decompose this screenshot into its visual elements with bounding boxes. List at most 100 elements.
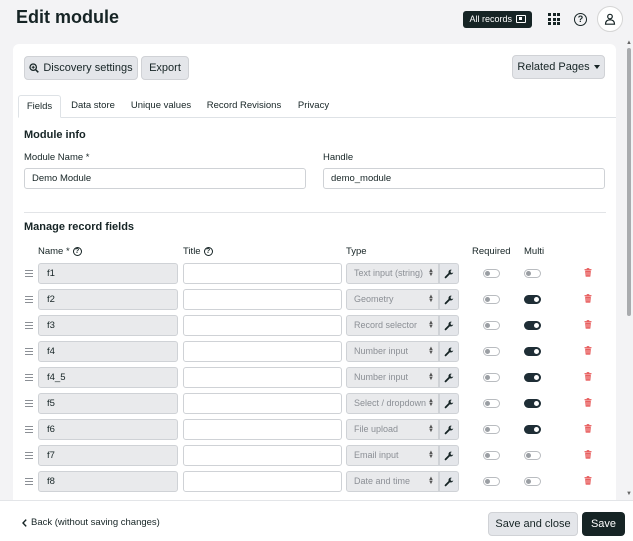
field-name-input[interactable]: f6	[38, 419, 178, 440]
drag-handle-icon[interactable]	[25, 348, 33, 355]
field-config-button[interactable]	[439, 471, 459, 492]
trash-icon[interactable]	[584, 346, 592, 355]
field-type-select[interactable]: File upload ▲ ▼	[346, 419, 439, 440]
multi-toggle[interactable]	[524, 373, 541, 382]
field-config-button[interactable]	[439, 419, 459, 440]
field-config-button[interactable]	[439, 341, 459, 362]
field-title-input[interactable]	[183, 471, 342, 492]
trash-icon[interactable]	[584, 398, 592, 407]
scroll-up-icon[interactable]: ▲	[626, 40, 632, 46]
drag-handle-icon[interactable]	[25, 452, 33, 459]
tab-data-store[interactable]: Data store	[66, 95, 120, 118]
save-and-close-button[interactable]: Save and close	[488, 512, 578, 536]
drag-handle-icon[interactable]	[25, 400, 33, 407]
tab-record-revisions[interactable]: Record Revisions	[205, 95, 283, 118]
drag-handle-icon[interactable]	[25, 374, 33, 381]
scroll-down-icon[interactable]: ▼	[626, 491, 632, 497]
export-button[interactable]: Export	[141, 56, 189, 80]
save-button[interactable]: Save	[582, 512, 625, 536]
field-type-value: Number input	[354, 372, 409, 382]
field-type-select[interactable]: Geometry ▲ ▼	[346, 289, 439, 310]
field-title-input[interactable]	[183, 445, 342, 466]
field-title-input[interactable]	[183, 419, 342, 440]
field-name-input[interactable]: f1	[38, 263, 178, 284]
multi-toggle[interactable]	[524, 399, 541, 408]
field-name-input[interactable]: f4	[38, 341, 178, 362]
field-title-input[interactable]	[183, 341, 342, 362]
trash-icon[interactable]	[584, 320, 592, 329]
required-toggle[interactable]	[483, 477, 500, 486]
drag-handle-icon[interactable]	[25, 478, 33, 485]
field-name-input[interactable]: f4_5	[38, 367, 178, 388]
required-toggle[interactable]	[483, 321, 500, 330]
scrollbar-thumb[interactable]	[627, 48, 631, 316]
field-name-input[interactable]: f8	[38, 471, 178, 492]
field-config-button[interactable]	[439, 393, 459, 414]
trash-icon[interactable]	[584, 450, 592, 459]
drag-handle-icon[interactable]	[25, 270, 33, 277]
drag-handle-icon[interactable]	[25, 296, 33, 303]
field-config-button[interactable]	[439, 445, 459, 466]
field-type-select[interactable]: Date and time ▲ ▼	[346, 471, 439, 492]
user-icon	[604, 13, 616, 25]
field-type-select[interactable]: Record selector ▲ ▼	[346, 315, 439, 336]
drag-handle-icon[interactable]	[25, 322, 33, 329]
field-type-select[interactable]: Select / dropdown ▲ ▼	[346, 393, 439, 414]
required-toggle[interactable]	[483, 425, 500, 434]
field-type-select[interactable]: Number input ▲ ▼	[346, 341, 439, 362]
multi-toggle[interactable]	[524, 477, 541, 486]
required-toggle[interactable]	[483, 399, 500, 408]
trash-icon[interactable]	[584, 268, 592, 277]
help-icon[interactable]: ?	[574, 12, 587, 26]
field-type-select[interactable]: Number input ▲ ▼	[346, 367, 439, 388]
tab-privacy[interactable]: Privacy	[296, 95, 331, 118]
module-name-input[interactable]: Demo Module	[24, 168, 306, 189]
page-scrollbar[interactable]: ▲ ▼	[625, 40, 633, 500]
question-circle-icon[interactable]: ?	[203, 247, 213, 256]
field-title-input[interactable]	[183, 315, 342, 336]
tab-fields[interactable]: Fields	[18, 95, 61, 118]
related-pages-dropdown[interactable]: Related Pages	[512, 55, 605, 79]
apps-grid-icon[interactable]	[548, 13, 560, 25]
required-toggle[interactable]	[483, 347, 500, 356]
field-config-button[interactable]	[439, 367, 459, 388]
drag-handle-icon[interactable]	[25, 426, 33, 433]
field-type-select[interactable]: Text input (string) ▲ ▼	[346, 263, 439, 284]
field-config-button[interactable]	[439, 289, 459, 310]
field-config-button[interactable]	[439, 315, 459, 336]
discovery-settings-button[interactable]: Discovery settings	[24, 56, 138, 80]
handle-input[interactable]: demo_module	[323, 168, 605, 189]
field-type-select[interactable]: Email input ▲ ▼	[346, 445, 439, 466]
back-link[interactable]: Back (without saving changes)	[22, 517, 160, 528]
field-name-input[interactable]: f5	[38, 393, 178, 414]
column-multi-label: Multi	[524, 246, 545, 257]
multi-toggle[interactable]	[524, 425, 541, 434]
trash-icon[interactable]	[584, 476, 592, 485]
field-title-input[interactable]	[183, 393, 342, 414]
multi-toggle[interactable]	[524, 269, 541, 278]
user-menu-button[interactable]	[597, 6, 623, 32]
field-title-input[interactable]	[183, 289, 342, 310]
tab-unique-values[interactable]: Unique values	[128, 95, 194, 118]
multi-toggle[interactable]	[524, 295, 541, 304]
required-toggle[interactable]	[483, 373, 500, 382]
required-toggle[interactable]	[483, 269, 500, 278]
required-toggle[interactable]	[483, 295, 500, 304]
multi-toggle[interactable]	[524, 347, 541, 356]
all-records-button[interactable]: All records	[463, 10, 532, 28]
trash-icon[interactable]	[584, 372, 592, 381]
trash-icon[interactable]	[584, 294, 592, 303]
field-title-input[interactable]	[183, 263, 342, 284]
multi-toggle[interactable]	[524, 451, 541, 460]
trash-icon[interactable]	[584, 424, 592, 433]
field-name-input[interactable]: f7	[38, 445, 178, 466]
field-name-input[interactable]: f3	[38, 315, 178, 336]
wrench-icon	[444, 321, 454, 330]
field-name-input[interactable]: f2	[38, 289, 178, 310]
wrench-icon	[444, 425, 454, 434]
multi-toggle[interactable]	[524, 321, 541, 330]
question-circle-icon[interactable]: ?	[72, 247, 82, 256]
field-config-button[interactable]	[439, 263, 459, 284]
field-title-input[interactable]	[183, 367, 342, 388]
required-toggle[interactable]	[483, 451, 500, 460]
